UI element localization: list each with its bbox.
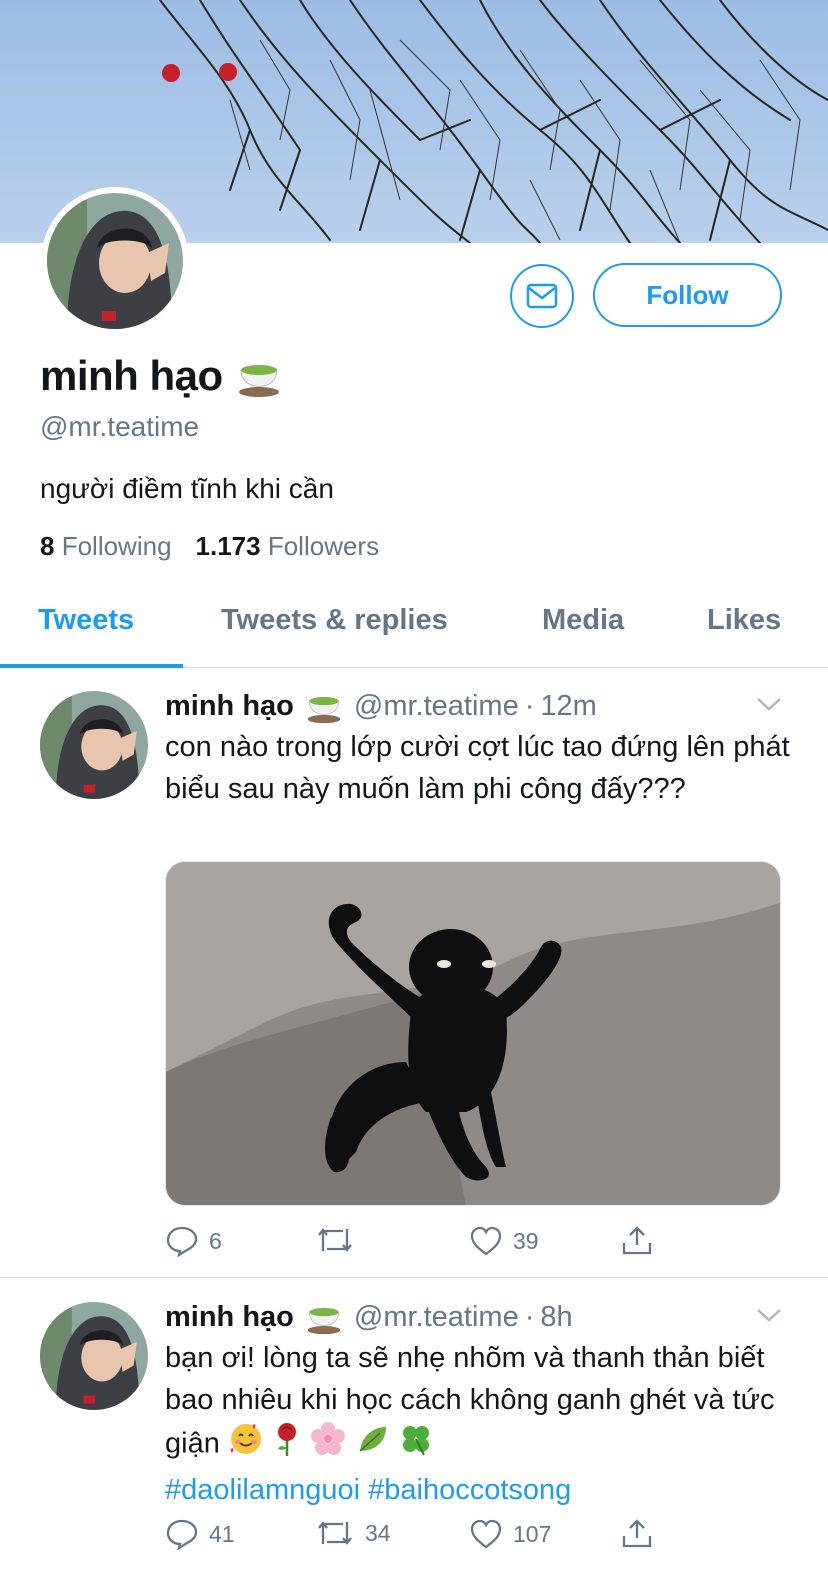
tweet-separator: · <box>524 689 535 722</box>
profile-handle: @mr.teatime <box>40 411 200 442</box>
like-button[interactable]: 39 <box>469 1225 539 1257</box>
message-button[interactable] <box>510 264 574 328</box>
reply-icon <box>166 1226 198 1257</box>
avatar-photo <box>40 691 148 799</box>
like-button[interactable]: 107 <box>469 1518 551 1550</box>
following-label: Following <box>61 531 172 561</box>
tweet-separator: · <box>524 1300 535 1333</box>
like-count: 107 <box>513 1520 552 1547</box>
smiling-face-with-hearts-icon <box>228 1421 264 1469</box>
reply-button[interactable]: 41 <box>165 1518 235 1550</box>
profile-tabs: Tweets Tweets & replies Media Likes <box>0 590 828 668</box>
chevron-down-icon[interactable] <box>756 1307 782 1323</box>
follow-button[interactable]: Follow <box>593 263 782 327</box>
tab-media[interactable]: Media <box>542 604 624 637</box>
share-button[interactable] <box>620 1518 654 1550</box>
reply-button[interactable]: 6 <box>165 1225 222 1257</box>
tea-cup-icon <box>238 365 279 397</box>
tab-likes[interactable]: Likes <box>707 604 781 637</box>
tweet[interactable]: minh hạo @mr.teatime · 12m con nào trong… <box>0 668 828 1278</box>
profile-name: minh hạo <box>40 352 223 399</box>
heart-icon <box>470 1226 502 1256</box>
following-count: 8 <box>40 531 55 561</box>
tweet-author-handle[interactable]: @mr.teatime <box>354 1301 519 1334</box>
followers-stat[interactable]: 1.173 Followers <box>196 531 380 562</box>
retweet-button[interactable] <box>315 1225 365 1255</box>
share-icon <box>622 1519 652 1548</box>
tweet-author-handle[interactable]: @mr.teatime <box>354 690 519 723</box>
avatar-photo <box>47 193 183 329</box>
tab-tweets-replies[interactable]: Tweets & replies <box>221 604 448 637</box>
tweet-time[interactable]: 12m <box>540 690 596 723</box>
cherry-blossom-icon <box>310 1421 346 1469</box>
hashtag-link[interactable]: #daolilamnguoi <box>165 1474 360 1506</box>
tweet-media[interactable] <box>165 861 781 1206</box>
tweet-text: con nào trong lớp cười cợt lúc tao đứng … <box>165 731 790 805</box>
chevron-down-icon[interactable] <box>756 696 782 712</box>
rose-icon <box>272 1421 302 1469</box>
tweet-author-name[interactable]: minh hạo <box>165 690 294 723</box>
tweet[interactable]: minh hạo @mr.teatime · 8h bạn ơi! lòng t… <box>0 1279 828 1581</box>
tea-cup-icon <box>307 1308 341 1335</box>
share-button[interactable] <box>620 1225 654 1257</box>
tweet-author-name[interactable]: minh hạo <box>165 1301 294 1334</box>
retweet-icon <box>318 1228 352 1252</box>
tweet-time[interactable]: 8h <box>540 1301 572 1334</box>
followers-count: 1.173 <box>195 531 261 561</box>
profile-name-row: minh hạo <box>40 352 281 400</box>
avatar-photo <box>40 1302 148 1410</box>
reply-count: 6 <box>209 1227 222 1254</box>
tweet-header: minh hạo @mr.teatime · 12m <box>165 688 597 724</box>
profile-stats: 8 Following 1.173 Followers <box>40 531 379 562</box>
envelope-icon <box>526 283 558 309</box>
retweet-icon <box>318 1521 352 1545</box>
black-cat-meme-image <box>166 862 780 1205</box>
profile-avatar[interactable] <box>41 187 189 335</box>
reply-count: 41 <box>209 1520 235 1547</box>
tweet-avatar[interactable] <box>40 1302 148 1410</box>
tweet-actions: 41 34 107 <box>165 1518 665 1558</box>
like-count: 39 <box>513 1227 539 1254</box>
profile-bio: người điềm tĩnh khi cần <box>40 473 334 504</box>
hashtag-link[interactable]: #baihoccotsong <box>368 1474 571 1506</box>
heart-icon <box>470 1519 502 1549</box>
reply-icon <box>166 1519 198 1550</box>
tweet-avatar[interactable] <box>40 691 148 799</box>
tweet-header: minh hạo @mr.teatime · 8h <box>165 1299 573 1335</box>
tweet-text: bạn ơi! lòng ta sẽ nhẹ nhõm và thanh thả… <box>165 1337 790 1511</box>
followers-label: Followers <box>267 531 380 561</box>
leaf-icon <box>354 1421 390 1469</box>
share-icon <box>622 1226 652 1255</box>
tweet-actions: 6 39 <box>165 1225 665 1265</box>
four-leaf-clover-icon <box>398 1421 434 1469</box>
following-stat[interactable]: 8 Following <box>40 531 172 562</box>
retweet-button[interactable]: 34 <box>315 1518 391 1548</box>
retweet-count: 34 <box>365 1519 391 1546</box>
tea-cup-icon <box>307 697 341 724</box>
tab-tweets[interactable]: Tweets <box>38 604 134 637</box>
